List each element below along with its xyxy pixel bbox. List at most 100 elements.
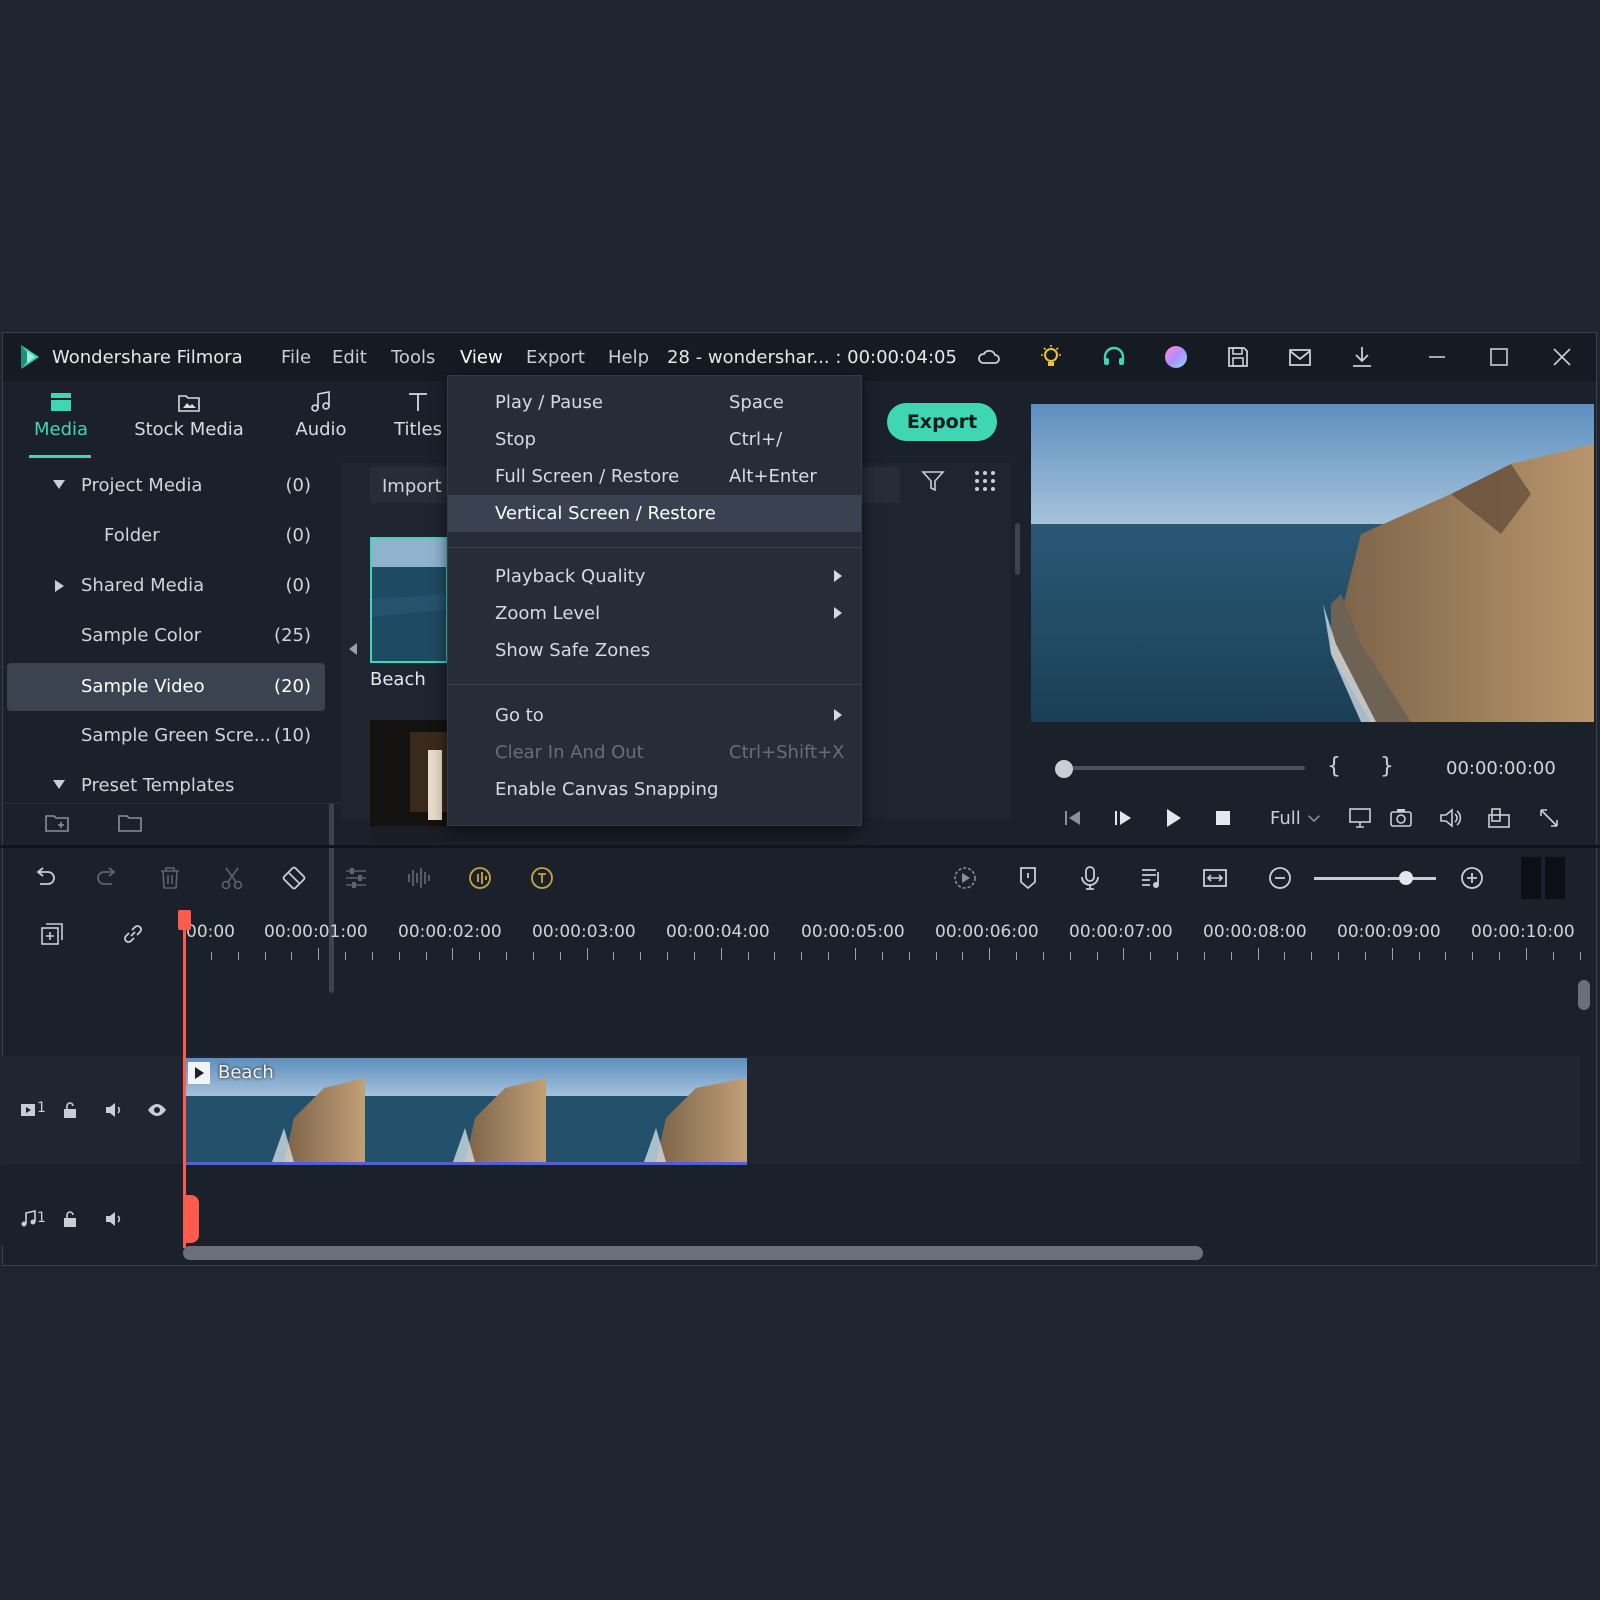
snapshot-icon[interactable] [1386, 803, 1416, 833]
stop-icon[interactable] [1208, 803, 1238, 833]
undo-icon[interactable] [29, 862, 61, 894]
headset-icon[interactable] [1100, 343, 1128, 371]
render-icon[interactable] [949, 862, 981, 894]
save-icon[interactable] [1224, 343, 1252, 371]
mark-in-button[interactable]: { [1327, 754, 1341, 779]
zoom-out-icon[interactable] [1264, 862, 1296, 894]
media-thumb-beach[interactable] [370, 537, 448, 663]
collapse-caret-icon[interactable] [55, 580, 64, 592]
lock-icon[interactable] [58, 1098, 82, 1122]
menu-item-zoom-level[interactable]: Zoom Level [448, 595, 861, 632]
maximize-icon[interactable] [1485, 343, 1513, 371]
menu-item-stop[interactable]: Stop Ctrl+/ [448, 421, 861, 458]
tree-item-folder[interactable]: Folder (0) [7, 513, 325, 559]
tree-item-project-media[interactable]: Project Media (0) [7, 463, 325, 509]
menu-item-playback-quality[interactable]: Playback Quality [448, 558, 861, 595]
ruler-label: 00:00:10:00 [1471, 922, 1575, 942]
menu-item-enable-canvas-snapping[interactable]: Enable Canvas Snapping [448, 771, 861, 808]
tab-media-label: Media [33, 419, 89, 440]
lightbulb-icon[interactable] [1037, 343, 1065, 371]
redo-icon[interactable] [91, 862, 123, 894]
ruler-tick [425, 952, 427, 960]
preview-progress-knob[interactable] [1055, 760, 1073, 778]
panel-divider[interactable] [0, 845, 1600, 848]
timeline-vertical-scrollbar[interactable] [1578, 980, 1590, 1010]
expand-caret-icon[interactable] [53, 480, 65, 489]
track-volume-icon[interactable] [102, 1098, 126, 1122]
crop-icon[interactable] [278, 862, 310, 894]
tree-item-sample-color[interactable]: Sample Color (25) [7, 613, 325, 659]
aspect-ratio-icon[interactable] [1484, 803, 1514, 833]
avatar[interactable] [1162, 343, 1190, 371]
delete-icon[interactable] [154, 862, 186, 894]
ruler-tick [774, 952, 776, 960]
menu-item-show-safe-zones[interactable]: Show Safe Zones [448, 632, 861, 669]
preview-progress-track[interactable] [1065, 766, 1305, 770]
menu-item-full-screen[interactable]: Full Screen / Restore Alt+Enter [448, 458, 861, 495]
zoom-slider-track[interactable] [1314, 877, 1436, 880]
menu-view[interactable]: View [460, 347, 503, 368]
grid-view-icon[interactable] [971, 467, 999, 495]
audio-waveform-icon[interactable] [402, 862, 434, 894]
adjust-icon[interactable] [340, 862, 372, 894]
tree-item-sample-green-screen[interactable]: Sample Green Scre... (10) [7, 713, 325, 759]
menu-help[interactable]: Help [608, 347, 649, 368]
filter-icon[interactable] [919, 467, 947, 495]
collapse-panel-icon[interactable] [347, 641, 359, 657]
fit-timeline-icon[interactable] [1199, 862, 1231, 894]
fullscreen-icon[interactable] [1534, 803, 1564, 833]
add-track-icon[interactable] [36, 918, 68, 950]
expand-caret-icon[interactable] [53, 780, 65, 789]
export-button[interactable]: Export [887, 403, 997, 441]
menu-item-play-pause[interactable]: Play / Pause Space [448, 384, 861, 421]
lock-icon[interactable] [58, 1207, 82, 1231]
mail-icon[interactable] [1286, 343, 1314, 371]
step-forward-icon[interactable] [1108, 803, 1138, 833]
track-volume-icon[interactable] [102, 1207, 126, 1231]
menu-file[interactable]: File [281, 347, 311, 368]
mark-out-button[interactable]: } [1380, 754, 1394, 779]
audio-mixer-icon[interactable] [1136, 862, 1168, 894]
menu-tools[interactable]: Tools [391, 347, 435, 368]
audio-split-marker[interactable] [183, 1195, 199, 1243]
media-thumb-label: Beach [370, 669, 426, 690]
close-icon[interactable] [1548, 343, 1576, 371]
link-icon[interactable] [117, 918, 149, 950]
ruler-tick [881, 952, 883, 960]
zoom-in-icon[interactable] [1456, 862, 1488, 894]
cut-icon[interactable] [216, 862, 248, 894]
speech-to-text-icon[interactable] [526, 862, 558, 894]
eye-icon[interactable] [145, 1098, 169, 1122]
new-folder-icon[interactable] [43, 808, 71, 836]
playback-quality-select[interactable]: Full [1270, 808, 1301, 829]
step-back-icon[interactable] [1058, 803, 1088, 833]
play-icon[interactable] [1158, 803, 1188, 833]
menu-item-vertical-screen[interactable]: Vertical Screen / Restore [448, 495, 861, 532]
microphone-icon[interactable] [1074, 862, 1106, 894]
playhead-handle[interactable] [178, 910, 191, 930]
timeline-horizontal-scrollbar[interactable] [183, 1246, 1203, 1260]
auto-beat-icon[interactable] [464, 862, 496, 894]
folder-icon[interactable] [116, 808, 144, 836]
tab-media[interactable]: Media [28, 389, 94, 440]
minimize-icon[interactable] [1423, 343, 1451, 371]
tree-item-shared-media[interactable]: Shared Media (0) [7, 563, 325, 609]
cloud-icon[interactable] [975, 343, 1003, 371]
monitor-icon[interactable] [1345, 803, 1375, 833]
zoom-slider-knob[interactable] [1399, 871, 1413, 885]
tab-audio[interactable]: Audio [293, 389, 349, 440]
menu-edit[interactable]: Edit [332, 347, 367, 368]
chevron-down-icon[interactable] [1304, 803, 1324, 833]
menu-export[interactable]: Export [526, 347, 585, 368]
volume-icon[interactable] [1435, 803, 1465, 833]
ruler-tick [1257, 948, 1259, 960]
video-clip-beach[interactable]: Beach [184, 1058, 747, 1165]
media-scrollbar[interactable] [1015, 523, 1020, 575]
download-icon[interactable] [1348, 343, 1376, 371]
tree-item-sample-video[interactable]: Sample Video (20) [7, 663, 325, 711]
menu-item-go-to[interactable]: Go to [448, 697, 861, 734]
marker-icon[interactable] [1012, 862, 1044, 894]
tab-stock-media[interactable]: Stock Media [134, 389, 244, 440]
media-thumb-2[interactable] [370, 720, 448, 842]
tab-titles[interactable]: Titles [393, 389, 443, 440]
